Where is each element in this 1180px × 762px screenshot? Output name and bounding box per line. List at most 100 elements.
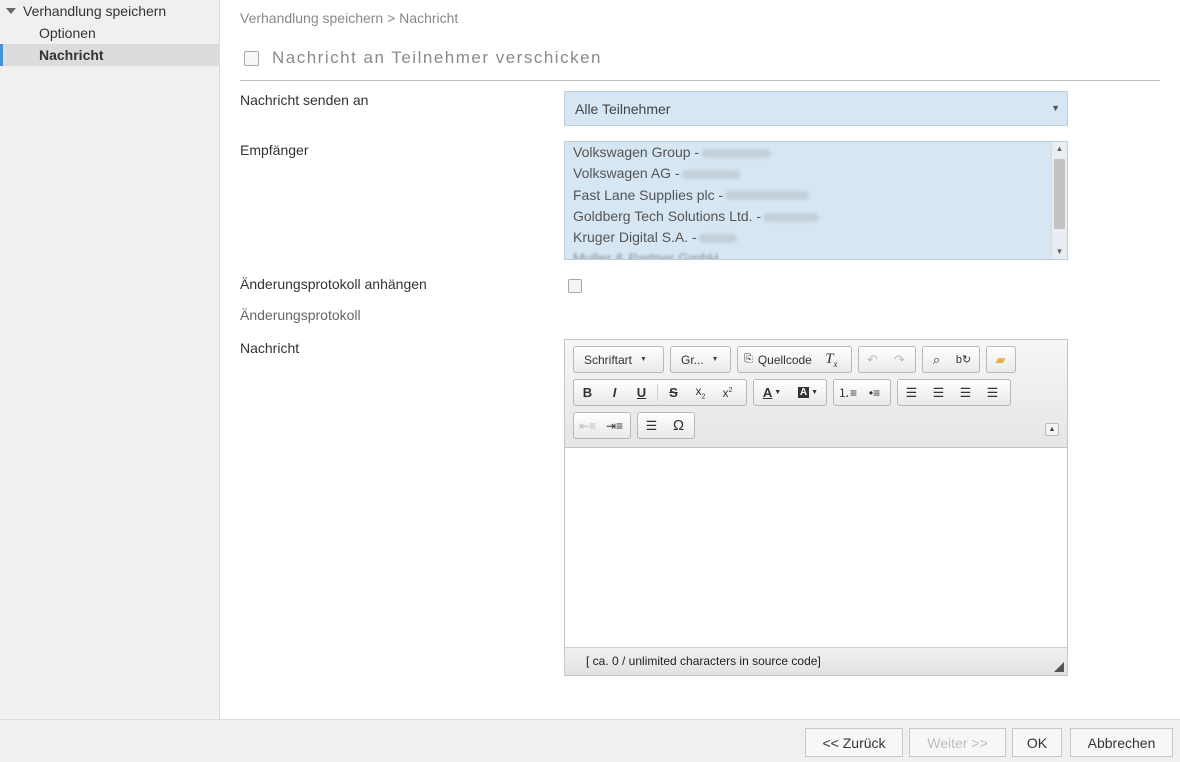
dialog-footer: << Zurück Weiter >> OK Abbrechen	[0, 719, 1180, 762]
list-item[interactable]: Volkswagen AG -	[565, 163, 1067, 184]
undo-button[interactable]: ↶	[859, 347, 886, 372]
subscript-button[interactable]: x2	[687, 380, 714, 405]
strike-icon: S	[669, 385, 678, 400]
align-group: ☰ ☰ ☰ ☰	[897, 379, 1011, 406]
special-char-button[interactable]: Ω	[665, 413, 692, 438]
back-button[interactable]: << Zurück	[805, 728, 903, 757]
underline-button[interactable]: U	[628, 380, 655, 405]
remove-format-button[interactable]: Tx	[818, 347, 845, 372]
bg-color-icon: A	[797, 387, 810, 398]
bold-button[interactable]: B	[574, 380, 601, 405]
sidebar-item-options[interactable]: Optionen	[0, 22, 219, 44]
redacted-contact	[698, 233, 737, 243]
justify-button[interactable]: ☰	[979, 380, 1006, 405]
cancel-button[interactable]: Abbrechen	[1070, 728, 1173, 757]
editor-statusbar: [ ca. 0 / unlimited characters in source…	[565, 647, 1067, 675]
scroll-up-icon[interactable]: ▲	[1052, 142, 1067, 156]
breadcrumb: Verhandlung speichern > Nachricht	[240, 10, 459, 26]
find-icon: ⌕	[932, 351, 941, 367]
italic-button[interactable]: I	[601, 380, 628, 405]
toolbar-separator	[657, 384, 658, 401]
color-group: A ▼ A ▼	[753, 379, 827, 406]
outdent-button[interactable]: ⇤≡	[574, 413, 601, 438]
listbox-scrollbar[interactable]: ▲ ▼	[1051, 142, 1067, 259]
redacted-contact	[763, 212, 820, 222]
changelog-label: Änderungsprotokoll	[240, 307, 361, 323]
numbered-list-icon: ⒈≡	[837, 386, 857, 400]
numbered-list-button[interactable]: ⒈≡	[834, 380, 861, 405]
tree-root-save-negotiation[interactable]: Verhandlung speichern	[0, 0, 219, 22]
ok-button[interactable]: OK	[1012, 728, 1062, 757]
send-message-checkbox[interactable]	[244, 50, 259, 66]
list-item[interactable]: Fast Lane Supplies plc -	[565, 185, 1067, 206]
sidebar-item-message[interactable]: Nachricht	[0, 44, 219, 66]
changelog-attach-label: Änderungsprotokoll anhängen	[240, 276, 427, 292]
bg-color-button[interactable]: A ▼	[790, 380, 826, 405]
superscript-button[interactable]: x2	[714, 380, 741, 405]
redo-button[interactable]: ↷	[886, 347, 913, 372]
font-combo[interactable]: Schriftart ▼	[573, 346, 664, 373]
text-color-icon: A	[762, 385, 773, 400]
horizontal-line-icon: ☰	[645, 417, 658, 433]
align-right-button[interactable]: ☰	[952, 380, 979, 405]
section-title: Nachricht an Teilnehmer verschicken	[272, 48, 602, 67]
section-header: Nachricht an Teilnehmer verschicken	[240, 44, 1160, 81]
horizontal-line-button[interactable]: ☰	[638, 413, 665, 438]
underline-icon: U	[636, 385, 647, 400]
indent-icon: ⇥≡	[605, 418, 624, 433]
browse-group: ▰	[986, 346, 1016, 373]
bulleted-list-icon: •≡	[868, 385, 881, 400]
recipients-listbox[interactable]: Volkswagen Group - Volkswagen AG - Fast …	[564, 141, 1068, 260]
source-button[interactable]: ⎘ Quellcode	[738, 347, 818, 372]
chevron-down-icon: ▼	[640, 356, 647, 363]
message-label: Nachricht	[240, 340, 300, 356]
main-content: Verhandlung speichern > Nachricht Nachri…	[220, 0, 1180, 719]
strike-button[interactable]: S	[660, 380, 687, 405]
expand-triangle-icon[interactable]	[6, 8, 16, 14]
changelog-attach-checkbox[interactable]	[568, 279, 582, 293]
send-to-select[interactable]: Alle Teilnehmer ▼	[564, 91, 1068, 126]
superscript-icon: x2	[722, 385, 733, 400]
chevron-down-icon: ▼	[711, 356, 719, 363]
list-group: ⒈≡ •≡	[833, 379, 891, 406]
dropdown-arrow-icon: ▼	[1051, 103, 1060, 113]
align-center-icon: ☰	[932, 384, 945, 400]
size-combo[interactable]: Gr... ▼	[670, 346, 731, 373]
list-item[interactable]: Kruger Digital S.A. -	[565, 227, 1067, 248]
sidebar: Verhandlung speichern Optionen Nachricht	[0, 0, 220, 719]
scroll-down-icon[interactable]: ▼	[1052, 245, 1067, 259]
align-right-icon: ☰	[959, 384, 972, 400]
italic-icon: I	[612, 385, 617, 400]
find-button[interactable]: ⌕	[923, 347, 950, 372]
scroll-thumb[interactable]	[1054, 159, 1065, 229]
align-left-button[interactable]: ☰	[898, 380, 925, 405]
bold-icon: B	[582, 385, 593, 400]
text-color-button[interactable]: A ▼	[754, 380, 790, 405]
browse-button[interactable]: ▰	[987, 347, 1014, 372]
resize-handle-icon[interactable]	[1054, 662, 1064, 672]
send-to-label: Nachricht senden an	[240, 92, 369, 108]
redacted-contact	[725, 191, 810, 201]
next-button[interactable]: Weiter >>	[909, 728, 1006, 757]
redacted-contact	[701, 148, 772, 158]
insert-group: ☰ Ω	[637, 412, 695, 439]
send-to-value: Alle Teilnehmer	[575, 100, 671, 117]
replace-button[interactable]: b↻	[950, 347, 977, 372]
editor-content-area[interactable]	[565, 448, 1067, 647]
collapse-toolbar-icon[interactable]: ▲	[1045, 423, 1059, 436]
align-center-button[interactable]: ☰	[925, 380, 952, 405]
indent-button[interactable]: ⇥≡	[601, 413, 628, 438]
redo-icon: ↷	[894, 351, 905, 367]
basic-style-group: B I U S x2 x2	[573, 379, 747, 406]
list-item[interactable]: Goldberg Tech Solutions Ltd. -	[565, 206, 1067, 227]
message-editor: Schriftart ▼ Gr... ▼ ⎘ Quellcode Tx ↶ ↷ ⌕ …	[564, 339, 1068, 676]
redacted-contact	[681, 170, 740, 180]
special-char-icon: Ω	[672, 417, 685, 434]
document-source-icon: ⎘	[744, 353, 753, 365]
bulleted-list-button[interactable]: •≡	[861, 380, 888, 405]
list-item[interactable]: Muller & Partner GmbH	[565, 248, 1067, 259]
list-item[interactable]: Volkswagen Group -	[565, 142, 1067, 163]
justify-icon: ☰	[986, 384, 999, 400]
character-count: [ ca. 0 / unlimited characters in source…	[586, 654, 821, 668]
source-group: ⎘ Quellcode Tx	[737, 346, 852, 373]
